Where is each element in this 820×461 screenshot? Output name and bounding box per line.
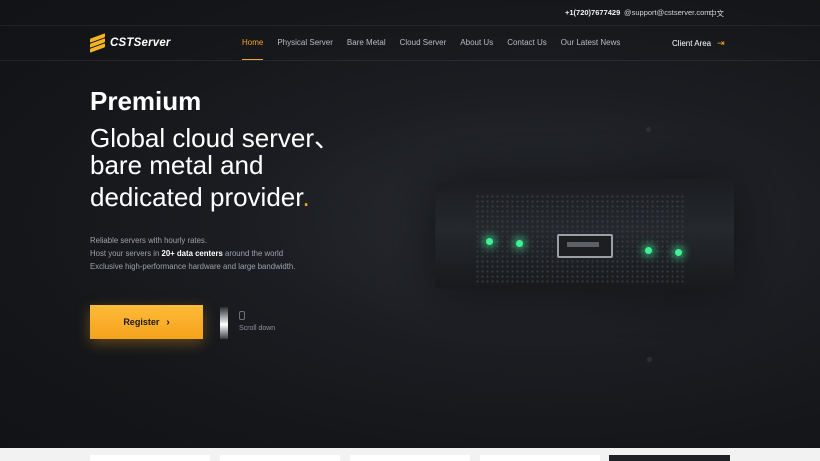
hero-headline-dot: .: [302, 182, 309, 212]
usb-port-icon: [557, 234, 613, 258]
logo[interactable]: CSTServer: [90, 35, 171, 51]
status-led-icon: [645, 247, 652, 254]
login-arrow-icon: ⇥: [717, 38, 725, 49]
feature-card[interactable]: [350, 455, 470, 461]
register-label: Register: [123, 317, 159, 327]
client-area-label: Client Area: [672, 39, 711, 48]
hero-description-1: Reliable servers with hourly rates.: [90, 236, 207, 245]
decorative-dot: [647, 357, 652, 362]
nav-item-physical-server[interactable]: Physical Server: [277, 25, 333, 60]
desc-2-bold: 20+ data centers: [162, 249, 223, 258]
hero-headline-line-3: dedicated provider.: [90, 182, 310, 213]
main-nav: CSTServer Home Physical Server Bare Meta…: [0, 25, 820, 61]
logo-mark-icon: [90, 36, 105, 51]
feature-card[interactable]: [609, 455, 730, 461]
phone-number[interactable]: +1(720)7677429: [565, 8, 620, 17]
hero-description-3: Exclusive high-performance hardware and …: [90, 262, 295, 271]
nav-item-about-us[interactable]: About Us: [460, 25, 493, 60]
logo-text: CSTServer: [110, 37, 171, 49]
nav-item-cloud-server[interactable]: Cloud Server: [400, 25, 447, 60]
register-button[interactable]: Register ›: [90, 305, 203, 339]
nav-item-bare-metal[interactable]: Bare Metal: [347, 25, 386, 60]
nav-item-contact-us[interactable]: Contact Us: [507, 25, 547, 60]
nav-menu: Home Physical Server Bare Metal Cloud Se…: [242, 25, 634, 60]
hero-headline-line-2: bare metal and: [90, 150, 263, 181]
feature-card[interactable]: [220, 455, 340, 461]
scroll-indicator-bar[interactable]: [220, 307, 228, 339]
language-switch[interactable]: 中文: [709, 8, 724, 19]
mouse-icon: [239, 311, 245, 320]
desc-2-prefix: Host your servers in: [90, 249, 162, 258]
client-area-link[interactable]: Client Area ⇥: [672, 38, 725, 49]
support-email[interactable]: @support@cstserver.com: [624, 8, 711, 17]
desc-2-suffix: around the world: [223, 249, 283, 258]
hero-headline-line-3-text: dedicated provider: [90, 182, 302, 212]
status-led-icon: [516, 240, 523, 247]
server-illustration: [395, 168, 755, 308]
feature-card[interactable]: [90, 455, 210, 461]
top-bar: +1(720)7677429 @support@cstserver.com 中文: [0, 0, 820, 26]
nav-item-home[interactable]: Home: [242, 25, 263, 60]
nav-item-latest-news[interactable]: Our Latest News: [561, 25, 621, 60]
status-led-icon: [486, 238, 493, 245]
feature-card[interactable]: [480, 455, 600, 461]
scroll-down-label[interactable]: Scroll down: [239, 325, 275, 332]
chevron-right-icon: ›: [166, 317, 169, 328]
status-led-icon: [675, 249, 682, 256]
decorative-dot: [646, 127, 651, 132]
hero-description-2: Host your servers in 20+ data centers ar…: [90, 249, 283, 258]
page: +1(720)7677429 @support@cstserver.com 中文…: [0, 0, 820, 461]
hero-headline-bold: Premium: [90, 86, 201, 117]
